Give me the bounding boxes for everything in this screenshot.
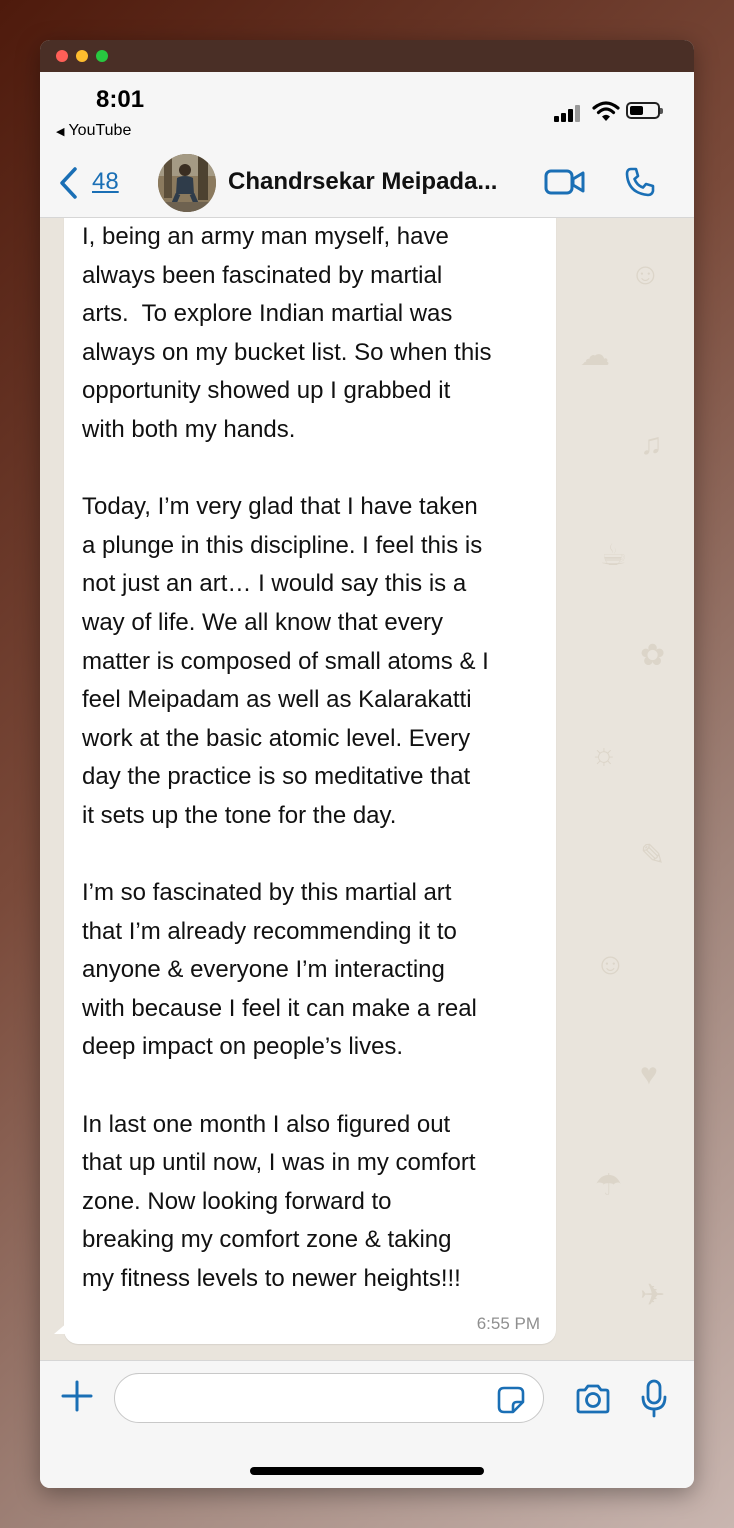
close-window-button[interactable] [56,50,68,62]
video-camera-icon[interactable] [544,168,586,196]
input-bar [40,1360,694,1488]
wallpaper-doodle-icon: ♥ [640,1058,658,1091]
home-indicator[interactable] [250,1467,484,1475]
sticker-icon[interactable] [496,1385,526,1415]
wallpaper-doodle-icon: ☺ [595,948,626,981]
status-time: 8:01 [96,86,145,113]
chat-area[interactable]: ☺ ☁ ♫ ☕ ✿ ☼ ✎ ☺ ♥ ☂ ✈ I, being an army m… [40,218,694,1360]
wallpaper-doodle-icon: ✎ [640,839,666,872]
contact-name[interactable]: Chandrsekar Meipada... [228,168,497,196]
wallpaper-doodle-icon: ♫ [640,428,663,461]
status-bar: 8:01 ◀ YouTube [40,72,694,152]
incoming-message-bubble[interactable]: I, being an army man myself, have always… [64,218,556,1344]
camera-icon[interactable] [574,1383,612,1415]
microphone-icon[interactable] [640,1379,668,1419]
left-triangle-icon: ◀ [56,126,65,138]
window-titlebar [40,40,694,72]
back-app-label: YouTube [68,122,132,139]
battery-icon [626,102,663,119]
battery-level [630,106,643,115]
phone-icon[interactable] [624,166,656,198]
wallpaper-doodle-icon: ☼ [590,738,618,771]
zoom-window-button[interactable] [96,50,108,62]
back-to-app-link[interactable]: ◀ YouTube [56,122,131,140]
wallpaper-doodle-icon: ☂ [595,1169,622,1202]
unread-count-back-button[interactable]: 48 [92,168,119,196]
app-window: 8:01 ◀ YouTube 48 Chandrsekar Meipada...… [40,40,694,1488]
minimize-window-button[interactable] [76,50,88,62]
wallpaper-doodle-icon: ☁ [580,339,610,372]
wallpaper-doodle-icon: ✈ [640,1279,666,1312]
wifi-icon [592,101,620,121]
plus-icon[interactable] [60,1379,94,1413]
wallpaper-doodle-icon: ☺ [630,258,661,291]
wallpaper-doodle-icon: ✿ [640,639,666,672]
message-input[interactable] [114,1373,544,1423]
chat-header: 48 Chandrsekar Meipada... [40,152,694,218]
cellular-signal-icon [554,104,584,122]
wallpaper-doodle-icon: ☕ [600,539,627,572]
chevron-left-icon[interactable] [58,166,80,200]
message-text: I, being an army man myself, have always… [82,223,492,1293]
contact-avatar[interactable] [158,154,216,212]
bubble-tail [54,1322,68,1334]
message-timestamp: 6:55 PM [476,1314,540,1333]
